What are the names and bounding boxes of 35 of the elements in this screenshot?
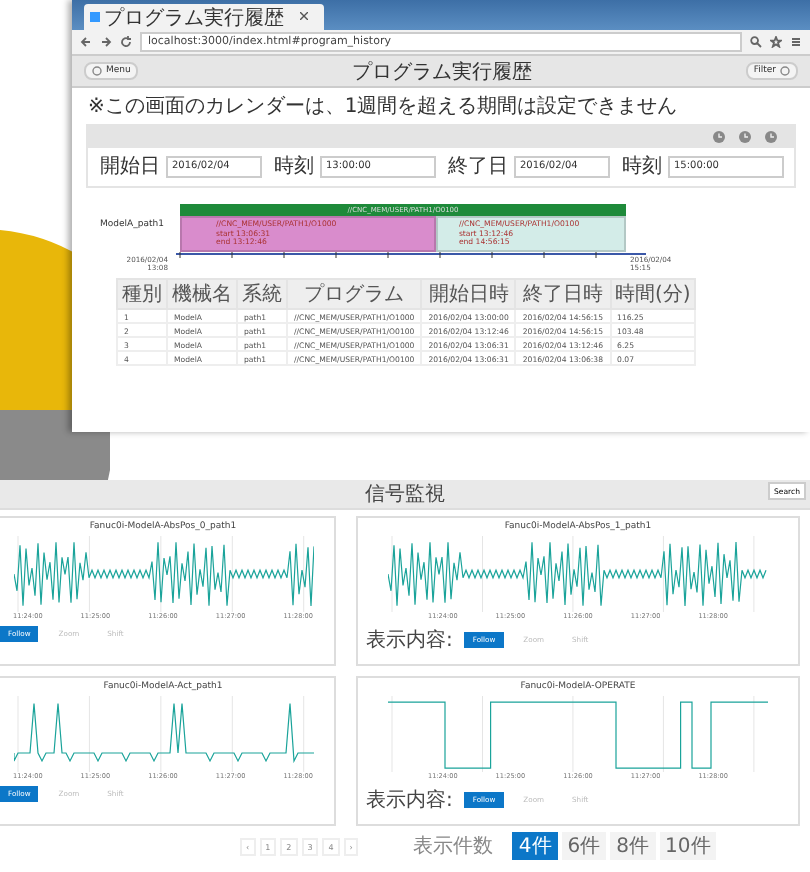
column-header: プログラム	[287, 279, 422, 309]
clock-icon[interactable]	[712, 130, 726, 144]
column-header: 系統	[237, 279, 287, 309]
back-icon[interactable]	[80, 36, 92, 48]
column-header: 機械名	[167, 279, 237, 309]
column-header: 開始日時	[421, 279, 516, 309]
page-size-button[interactable]: 4件	[512, 832, 558, 860]
field-label: 開始日	[100, 154, 160, 180]
display-label: 表示内容:	[366, 627, 453, 654]
browser-tab[interactable]: プログラム実行履歴	[84, 4, 324, 30]
column-header: 時間(分)	[610, 279, 696, 309]
field-label: 時刻	[622, 153, 662, 180]
page-title: プログラム実行履歴	[352, 59, 533, 85]
star-icon[interactable]	[770, 36, 782, 48]
forward-icon[interactable]	[100, 36, 112, 48]
reload-icon[interactable]	[120, 36, 132, 48]
clock-icon[interactable]	[764, 130, 778, 144]
display-label: 表示内容:	[366, 787, 453, 814]
field-label: 終了日	[448, 154, 508, 180]
page-size-button[interactable]: 10件	[659, 832, 717, 860]
notice-text: ※この画面のカレンダーは、1週間を超える期間は設定できません	[88, 93, 680, 120]
page-icon	[90, 12, 100, 22]
close-icon[interactable]	[300, 12, 308, 22]
column-header: 種別	[117, 279, 167, 309]
page-title: 信号監視	[365, 481, 445, 508]
page-size-label: 表示件数	[412, 833, 493, 860]
circle-icon	[779, 66, 790, 76]
menu-icon[interactable]	[790, 36, 802, 48]
page-size-button[interactable]: 6件	[561, 832, 607, 860]
circle-icon	[92, 66, 102, 76]
field-label: 時刻	[274, 153, 314, 180]
page-size-button[interactable]: 8件	[610, 832, 656, 860]
column-header: 終了日時	[515, 279, 611, 309]
clock-icon[interactable]	[738, 130, 752, 144]
search-icon[interactable]	[750, 36, 762, 48]
